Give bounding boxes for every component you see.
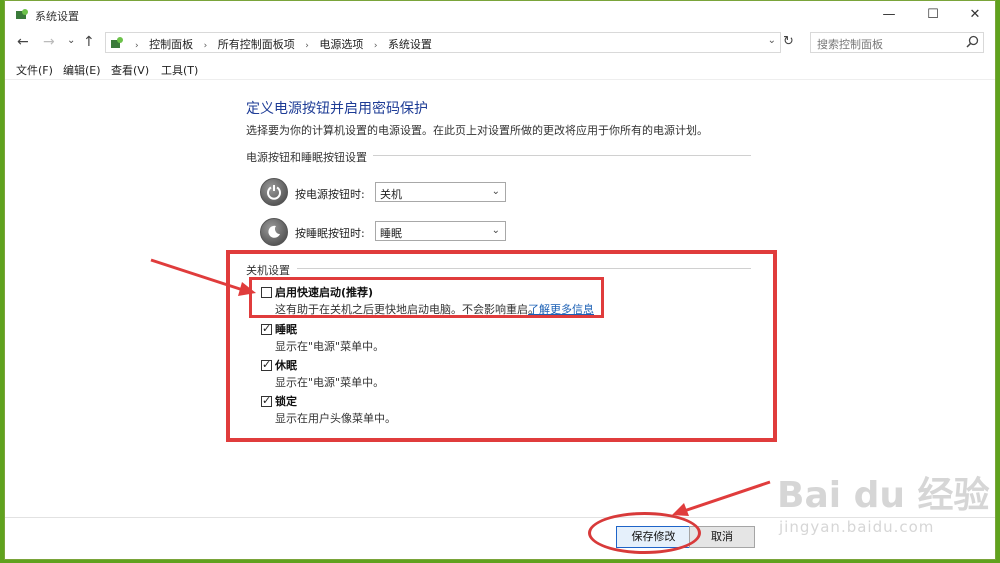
- annotation-arrows: [150, 258, 771, 516]
- arrow-to-save-button: [672, 480, 771, 516]
- arrow-to-fast-startup: [150, 258, 256, 296]
